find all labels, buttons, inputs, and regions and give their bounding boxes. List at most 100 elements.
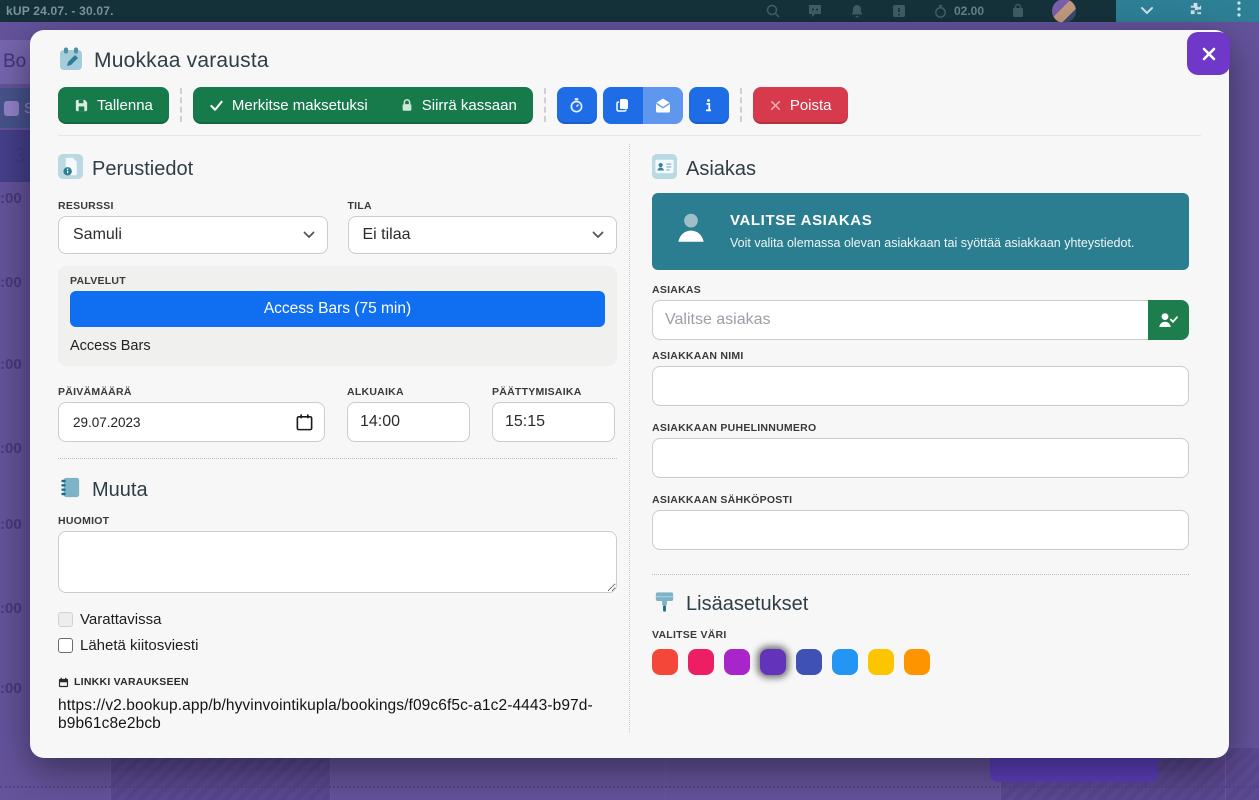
modal-title: Muokkaa varausta: [94, 49, 269, 73]
customer-picker-row: [652, 300, 1189, 340]
chevron-down-icon[interactable]: [1140, 2, 1154, 20]
browser-extension-bar: [1116, 0, 1259, 22]
x-icon: [769, 99, 782, 112]
chat-icon[interactable]: [807, 3, 823, 19]
bookable-checkbox[interactable]: [58, 612, 73, 627]
basic-info-column: Perustiedot RESURSSI Samuli TILA Ei tila…: [58, 144, 630, 733]
color-swatch-red[interactable]: [652, 649, 678, 675]
app-date-range: kUP 24.07. - 30.07.: [0, 4, 114, 18]
toolbar-divider: [180, 88, 182, 122]
service-button[interactable]: Access Bars (75 min): [70, 291, 605, 327]
color-swatch-yellow[interactable]: [868, 649, 894, 675]
bag-icon[interactable]: [1010, 3, 1026, 19]
close-button[interactable]: [1187, 32, 1230, 75]
booking-link-label: LINKKI VARAUKSEEN: [58, 676, 617, 688]
toolbar-divider: [740, 88, 742, 122]
person-icon: [672, 209, 710, 252]
color-label: VALITSE VÄRI: [652, 629, 1189, 641]
chevron-down-icon: [592, 231, 604, 239]
bell-icon[interactable]: [849, 3, 865, 19]
calendar-edit-icon: [58, 46, 84, 77]
bookable-label: Varattavissa: [80, 611, 161, 628]
select-customer-button[interactable]: [1148, 300, 1189, 340]
kebab-menu-icon[interactable]: [1237, 1, 1241, 22]
date-label: PÄIVÄMÄÄRÄ: [58, 386, 325, 398]
bookable-checkbox-row: Varattavissa: [58, 611, 617, 628]
browser-topbar: kUP 24.07. - 30.07. 02.00: [0, 0, 1259, 22]
end-time-label: PÄÄTTYMISAIKA: [492, 386, 615, 398]
booking-link-block: LINKKI VARAUKSEEN https://v2.bookup.app/…: [58, 676, 617, 733]
delete-button[interactable]: Poista: [753, 87, 848, 124]
customer-name-input[interactable]: [652, 366, 1189, 406]
resource-label: RESURSSI: [58, 200, 328, 212]
status-label: TILA: [348, 200, 618, 212]
services-panel: PALVELUT Access Bars (75 min) Access Bar…: [58, 266, 617, 366]
copy-email-button-group: [603, 87, 683, 124]
other-header: Muuta: [58, 475, 617, 505]
color-swatch-purple[interactable]: [724, 649, 750, 675]
chevron-down-icon: [303, 231, 315, 239]
envelope-open-icon: [654, 97, 672, 113]
booking-link-url: https://v2.bookup.app/b/hyvinvointikupla…: [58, 697, 617, 733]
start-time-input[interactable]: [347, 402, 470, 442]
check-icon: [209, 98, 224, 113]
customer-input[interactable]: [652, 300, 1148, 340]
banner-subtitle: Voit valita olemassa olevan asiakkaan ta…: [730, 236, 1134, 250]
notes-textarea[interactable]: [58, 531, 617, 593]
thanks-checkbox[interactable]: [58, 638, 73, 653]
stopwatch-icon: [933, 4, 948, 19]
user-avatar[interactable]: [1052, 0, 1076, 23]
section-title: Muuta: [92, 479, 148, 502]
customer-email-input[interactable]: [652, 510, 1189, 550]
extra-settings-header: Lisäasetukset: [652, 589, 1189, 619]
color-swatch-pink[interactable]: [688, 649, 714, 675]
customer-phone-label: ASIAKKAAN PUHELINNUMERO: [652, 422, 1189, 434]
color-swatches: [652, 649, 1189, 675]
customer-name-label: ASIAKKAAN NIMI: [652, 350, 1189, 362]
modal-toolbar: Tallenna Merkitse maksetuksi Siirrä kass…: [58, 86, 1201, 124]
screen: kUP 24.07. - 30.07. 02.00: [0, 0, 1259, 800]
save-icon: [74, 98, 89, 113]
resource-select[interactable]: Samuli: [58, 216, 328, 254]
info-button[interactable]: [689, 87, 729, 124]
section-divider: [652, 574, 1189, 575]
notes-label: HUOMIOT: [58, 515, 617, 527]
date-input[interactable]: [73, 415, 295, 430]
mark-paid-button[interactable]: Merkitse maksetuksi: [193, 87, 384, 124]
section-title: Asiakas: [686, 158, 756, 181]
lock-icon: [400, 98, 414, 112]
thanks-label: Lähetä kiitosviesti: [80, 637, 198, 654]
service-name: Access Bars: [70, 338, 605, 354]
search-icon[interactable]: [765, 3, 781, 19]
start-time-label: ALKUAIKA: [347, 386, 470, 398]
edit-booking-modal: Muokkaa varausta Tallenna Merkitse makse…: [30, 30, 1229, 758]
modal-body: Perustiedot RESURSSI Samuli TILA Ei tila…: [58, 135, 1201, 733]
section-title: Lisäasetukset: [686, 593, 808, 616]
timer-value: 02.00: [954, 4, 984, 18]
move-to-register-button[interactable]: Siirrä kassaan: [384, 87, 533, 124]
extensions-puzzle-icon[interactable]: [1188, 1, 1203, 21]
color-swatch-blue[interactable]: [832, 649, 858, 675]
toolbar-divider: [544, 88, 546, 122]
color-swatch-orange[interactable]: [904, 649, 930, 675]
email-button[interactable]: [643, 87, 683, 124]
services-label: PALVELUT: [70, 275, 605, 287]
section-title: Perustiedot: [92, 158, 193, 181]
notebook-icon: [58, 475, 83, 505]
date-field[interactable]: [58, 402, 325, 442]
color-swatch-deep-purple[interactable]: [760, 649, 786, 675]
status-select[interactable]: Ei tilaa: [348, 216, 618, 254]
end-time-input[interactable]: [492, 402, 615, 442]
timer-widget[interactable]: 02.00: [933, 4, 984, 19]
warning-icon[interactable]: [891, 3, 907, 19]
save-button[interactable]: Tallenna: [58, 87, 169, 124]
timer-button[interactable]: [557, 87, 597, 124]
customer-phone-input[interactable]: [652, 438, 1189, 478]
banner-title: VALITSE ASIAKAS: [730, 212, 1134, 229]
payment-button-group: Merkitse maksetuksi Siirrä kassaan: [193, 87, 533, 124]
customer-email-label: ASIAKKAAN SÄHKÖPOSTI: [652, 494, 1189, 506]
file-info-icon: [58, 154, 83, 184]
id-card-icon: [652, 154, 677, 184]
color-swatch-indigo[interactable]: [796, 649, 822, 675]
copy-button[interactable]: [603, 87, 643, 124]
